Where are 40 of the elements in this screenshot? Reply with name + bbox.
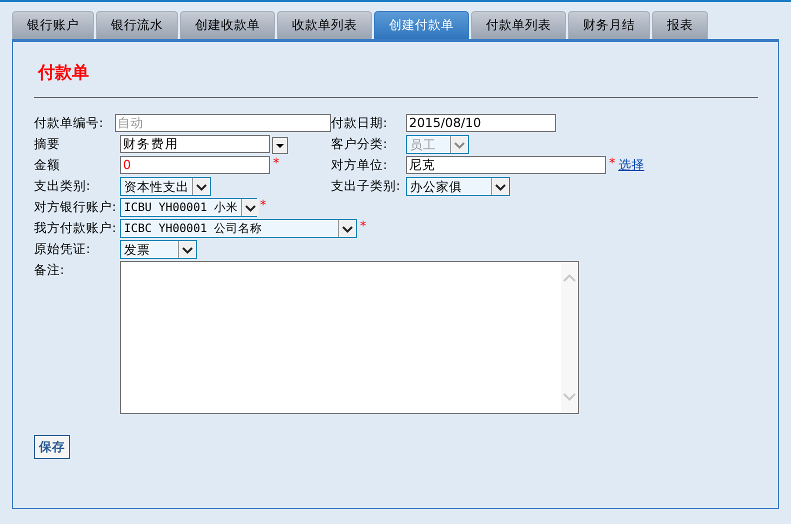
notes-textarea[interactable] bbox=[120, 261, 579, 414]
required-mark: * bbox=[273, 156, 280, 172]
tab[interactable]: 财务月结 bbox=[568, 11, 650, 39]
required-mark: * bbox=[360, 219, 366, 235]
tab[interactable]: 银行账户 bbox=[12, 11, 94, 39]
field-label: 备注: bbox=[34, 261, 66, 279]
input-field[interactable]: 2015/08/10 bbox=[406, 114, 556, 132]
dropdown[interactable]: ICBC YH00001 公司名称 bbox=[120, 219, 357, 238]
save-button[interactable]: 保存 bbox=[34, 435, 70, 459]
input-field[interactable]: 0 bbox=[120, 156, 270, 174]
required-mark: * bbox=[609, 156, 616, 172]
scroll-down-icon[interactable] bbox=[563, 393, 576, 401]
field-label: 支出类别: bbox=[34, 177, 92, 195]
tab[interactable]: 付款单列表 bbox=[471, 11, 566, 39]
form-title: 付款单 bbox=[38, 62, 90, 84]
field-label: 金额 bbox=[34, 156, 61, 174]
field-label: 摘要 bbox=[34, 135, 61, 153]
field-label: 支出子类别: bbox=[331, 177, 402, 195]
dropdown[interactable]: ICBU YH00001 小米 bbox=[120, 198, 257, 217]
input-field[interactable]: 尼克 bbox=[406, 156, 606, 174]
select-link[interactable]: 选择 bbox=[618, 156, 644, 174]
tab[interactable]: 收款单列表 bbox=[277, 11, 372, 39]
field-label: 对方银行账户: bbox=[34, 198, 118, 216]
field-label: 客户分类: bbox=[331, 135, 388, 153]
dropdown[interactable]: 发票 bbox=[120, 240, 197, 259]
dropdown[interactable]: 办公家俱 bbox=[406, 177, 510, 196]
field-label: 付款单编号: bbox=[34, 114, 104, 132]
combo-field[interactable]: 财务费用 bbox=[120, 135, 270, 153]
dropdown-button[interactable] bbox=[272, 137, 288, 154]
scroll-up-icon[interactable] bbox=[563, 274, 576, 282]
tab[interactable]: 创建付款单 bbox=[374, 11, 469, 39]
tab[interactable]: 报表 bbox=[652, 11, 708, 39]
field-label: 对方单位: bbox=[331, 156, 388, 174]
field-label: 我方付款账户: bbox=[34, 219, 118, 237]
field-label: 原始凭证: bbox=[34, 240, 92, 258]
tab[interactable]: 创建收款单 bbox=[180, 11, 275, 39]
dropdown[interactable]: 资本性支出 bbox=[120, 177, 211, 196]
required-mark: * bbox=[260, 198, 266, 214]
field-label: 付款日期: bbox=[331, 114, 388, 132]
tab[interactable]: 银行流水 bbox=[96, 11, 178, 39]
